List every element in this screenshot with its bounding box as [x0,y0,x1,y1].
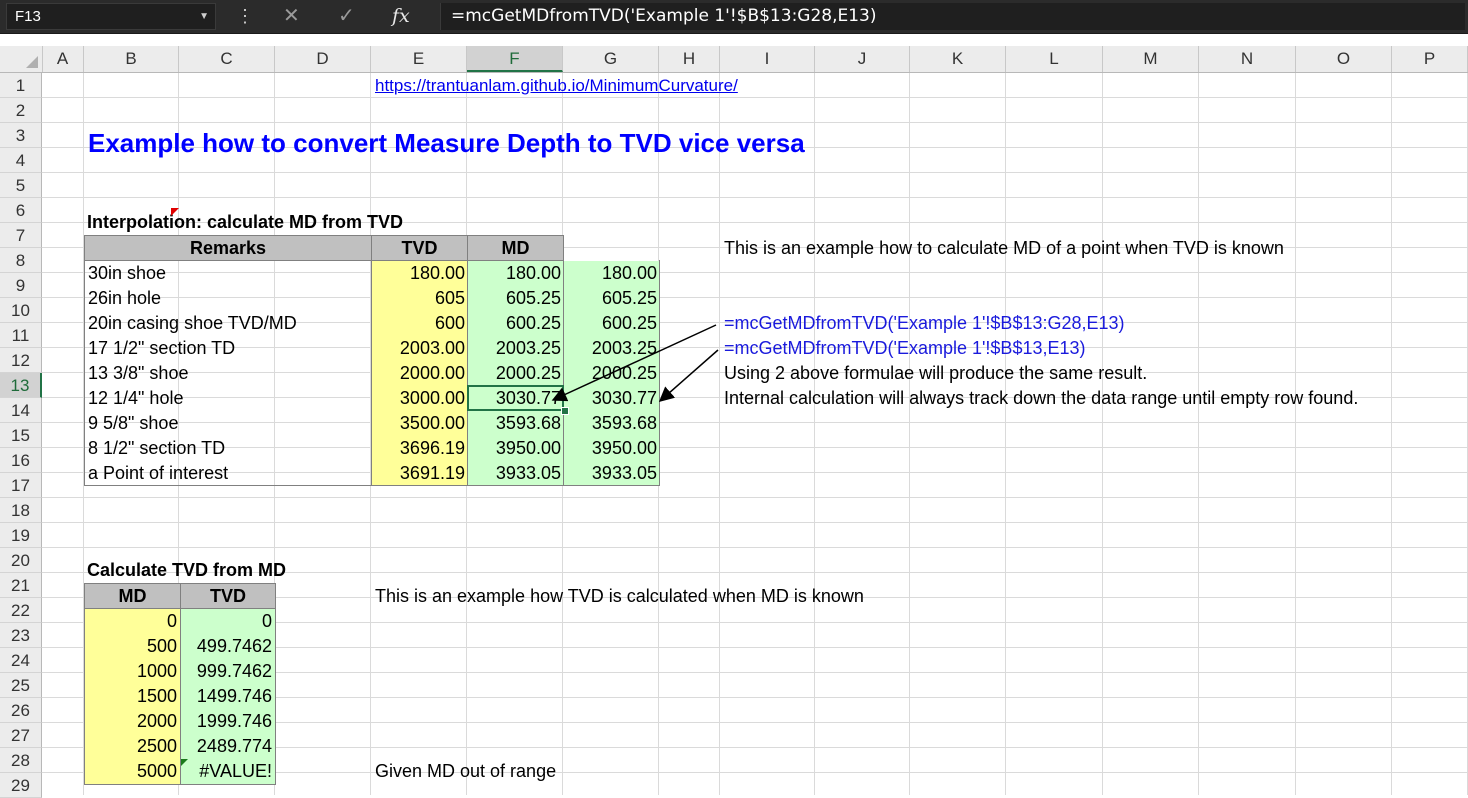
section2-note1: This is an example how TVD is calculated… [375,586,864,606]
tvd2-cell[interactable]: 1499.746 [181,684,275,709]
tvd2-cell[interactable]: 1999.746 [181,709,275,734]
md2-cell[interactable]: 1500 [85,684,180,709]
section2-note2: Given MD out of range [375,761,557,781]
md2-cell[interactable]: 0 [85,609,180,634]
md2-cell[interactable]: 2500 [85,734,180,759]
arrow-to-f13 [551,324,717,402]
tvd2-cell[interactable]: 0 [181,609,275,634]
tvd2-cell[interactable]: 2489.774 [181,734,275,759]
tvd2-cell[interactable]: 999.7462 [181,659,275,684]
tvd2-cell[interactable]: #VALUE! [181,759,275,784]
arrow-to-g13 [658,349,719,402]
md2-cell[interactable]: 1000 [85,659,180,684]
md2-cell[interactable]: 5000 [85,759,180,784]
tvd2-cell[interactable]: 499.7462 [181,634,275,659]
header2-md[interactable]: MD [84,583,181,609]
section2-heading: Calculate TVD from MD [87,560,287,580]
md2-cell[interactable]: 2000 [85,709,180,734]
header2-tvd[interactable]: TVD [180,583,276,609]
error-indicator-icon [181,759,188,766]
md2-cell[interactable]: 500 [85,634,180,659]
